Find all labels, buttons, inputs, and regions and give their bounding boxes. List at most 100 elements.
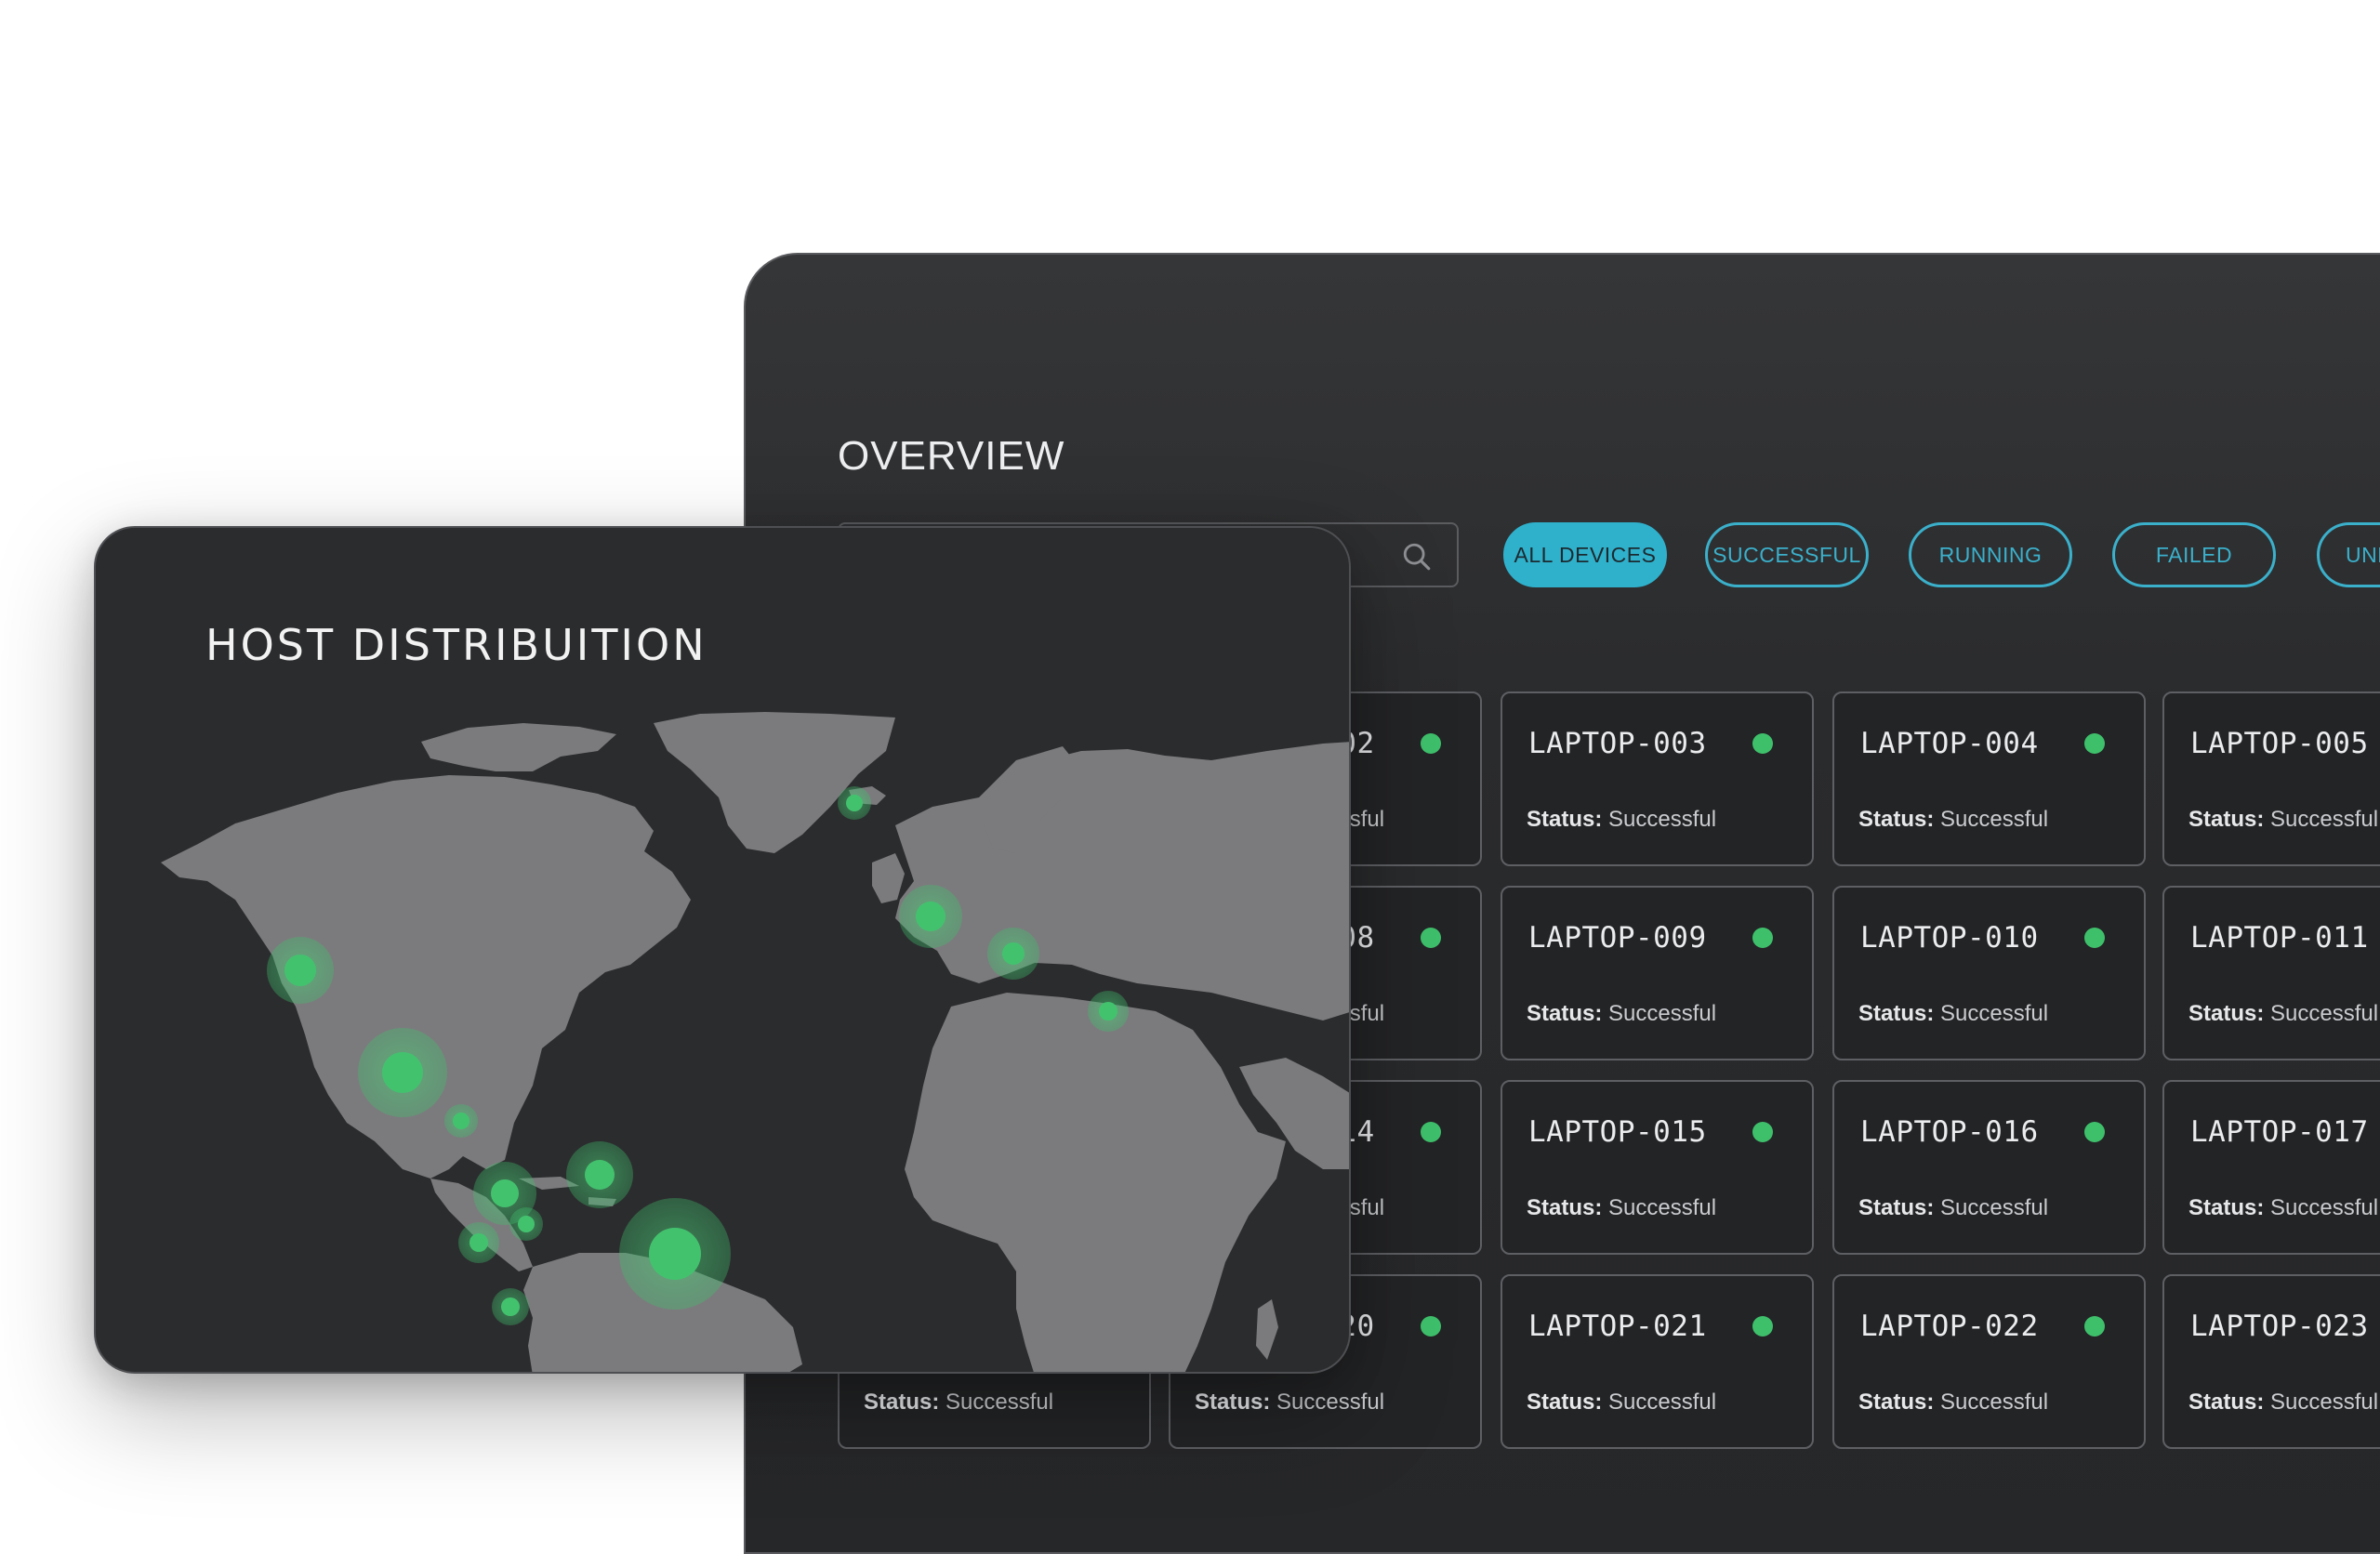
device-status: Status: Successful	[1858, 1001, 2048, 1027]
device-name: LAPTOP-015	[1528, 1115, 1707, 1149]
status-label: Status:	[1527, 1389, 1603, 1415]
status-label: Status:	[1527, 1001, 1603, 1026]
status-label: Status:	[2188, 807, 2265, 832]
device-card[interactable]: LAPTOP-009 Status: Successful	[1501, 886, 1814, 1060]
device-name: LAPTOP-016	[1860, 1115, 2039, 1149]
status-label: Status:	[2188, 1001, 2265, 1026]
status-value: Successful	[1276, 1389, 1385, 1415]
device-status: Status: Successful	[1858, 1389, 2048, 1416]
status-label: Status:	[1195, 1389, 1271, 1415]
status-value: Successful	[1940, 1389, 2049, 1415]
status-value: Successful	[2270, 1195, 2379, 1220]
madagascar-shape	[1256, 1299, 1278, 1360]
device-card[interactable]: LAPTOP-016 Status: Successful	[1832, 1080, 2146, 1255]
device-name: LAPTOP-005	[2190, 727, 2369, 760]
africa-shape	[905, 993, 1286, 1372]
search-icon[interactable]	[1401, 541, 1433, 573]
status-dot-icon	[1421, 928, 1441, 948]
device-status: Status: Successful	[1858, 807, 2048, 833]
device-status: Status: Successful	[864, 1389, 1053, 1416]
device-status: Status: Successful	[2188, 1001, 2378, 1027]
device-name: LAPTOP-003	[1528, 727, 1707, 760]
status-dot-icon	[1421, 733, 1441, 754]
status-dot-icon	[2084, 928, 2105, 948]
status-value: Successful	[1940, 1195, 2049, 1220]
device-status: Status: Successful	[1527, 807, 1716, 833]
device-status: Status: Successful	[2188, 807, 2378, 833]
filter-all-devices[interactable]: ALL DEVICES	[1503, 522, 1667, 587]
device-card[interactable]: LAPTOP-005 Status: Successful	[2162, 691, 2380, 866]
status-label: Status:	[1527, 807, 1603, 832]
status-dot-icon	[1421, 1316, 1441, 1337]
filter-unknown[interactable]: UNKNOWN	[2317, 522, 2380, 587]
status-label: Status:	[1858, 1195, 1935, 1220]
status-value: Successful	[1940, 807, 2049, 832]
continents	[161, 712, 1349, 1372]
device-name: LAPTOP-004	[1860, 727, 2039, 760]
british-isles-shape	[872, 853, 905, 903]
device-status: Status: Successful	[1527, 1389, 1716, 1416]
device-name: LAPTOP-023	[2190, 1310, 2369, 1343]
device-card[interactable]: LAPTOP-022 Status: Successful	[1832, 1274, 2146, 1449]
status-value: Successful	[1608, 1195, 1717, 1220]
host-distribution-card: HOST DISTRIBUITION	[94, 526, 1351, 1374]
device-name: LAPTOP-010	[1860, 921, 2039, 955]
device-status: Status: Successful	[2188, 1195, 2378, 1221]
host-marker[interactable]	[458, 1222, 499, 1263]
device-status: Status: Successful	[2188, 1389, 2378, 1416]
status-dot-icon	[1752, 1122, 1773, 1142]
host-marker[interactable]	[566, 1141, 633, 1208]
overview-title: OVERVIEW	[838, 433, 1065, 479]
status-label: Status:	[1858, 1389, 1935, 1415]
host-marker[interactable]	[267, 937, 334, 1004]
status-label: Status:	[864, 1389, 940, 1415]
host-marker[interactable]	[358, 1028, 447, 1117]
status-label: Status:	[1858, 1001, 1935, 1026]
host-marker[interactable]	[899, 885, 962, 948]
device-name: LAPTOP-022	[1860, 1310, 2039, 1343]
host-marker[interactable]	[619, 1198, 731, 1310]
device-card[interactable]: LAPTOP-011 Status: Successful	[2162, 886, 2380, 1060]
host-marker[interactable]	[444, 1104, 478, 1138]
status-dot-icon	[1752, 1316, 1773, 1337]
device-name: LAPTOP-017	[2190, 1115, 2369, 1149]
status-value: Successful	[1608, 1001, 1717, 1026]
device-card[interactable]: LAPTOP-003 Status: Successful	[1501, 691, 1814, 866]
device-status: Status: Successful	[1527, 1195, 1716, 1221]
status-value: Successful	[1608, 1389, 1717, 1415]
device-card[interactable]: LAPTOP-023 Status: Successful	[2162, 1274, 2380, 1449]
status-value: Successful	[2270, 807, 2379, 832]
status-label: Status:	[1527, 1195, 1603, 1220]
host-marker[interactable]	[492, 1288, 529, 1325]
device-card[interactable]: LAPTOP-010 Status: Successful	[1832, 886, 2146, 1060]
status-value: Successful	[2270, 1389, 2379, 1415]
device-name: LAPTOP-009	[1528, 921, 1707, 955]
status-value: Successful	[945, 1389, 1054, 1415]
device-name: LAPTOP-011	[2190, 921, 2369, 955]
filter-running[interactable]: RUNNING	[1909, 522, 2072, 587]
device-card[interactable]: LAPTOP-004 Status: Successful	[1832, 691, 2146, 866]
host-marker[interactable]	[987, 928, 1039, 980]
filter-failed[interactable]: FAILED	[2112, 522, 2276, 587]
device-status: Status: Successful	[1858, 1195, 2048, 1221]
status-value: Successful	[1608, 807, 1717, 832]
north-america-shape	[161, 775, 691, 1179]
status-label: Status:	[2188, 1195, 2265, 1220]
host-marker[interactable]	[838, 786, 871, 820]
device-card[interactable]: LAPTOP-021 Status: Successful	[1501, 1274, 1814, 1449]
status-dot-icon	[1752, 733, 1773, 754]
status-dot-icon	[1421, 1122, 1441, 1142]
device-card[interactable]: LAPTOP-017 Status: Successful	[2162, 1080, 2380, 1255]
status-dot-icon	[2084, 733, 2105, 754]
greenland-shape	[654, 712, 895, 853]
host-marker[interactable]	[509, 1207, 543, 1241]
device-card[interactable]: LAPTOP-015 Status: Successful	[1501, 1080, 1814, 1255]
device-status: Status: Successful	[1527, 1001, 1716, 1027]
status-dot-icon	[1752, 928, 1773, 948]
status-label: Status:	[2188, 1389, 2265, 1415]
filter-successful[interactable]: SUCCESSFUL	[1705, 522, 1869, 587]
world-map	[161, 712, 1349, 1372]
host-marker[interactable]	[1088, 991, 1129, 1032]
status-dot-icon	[2084, 1122, 2105, 1142]
device-status: Status: Successful	[1195, 1389, 1384, 1416]
